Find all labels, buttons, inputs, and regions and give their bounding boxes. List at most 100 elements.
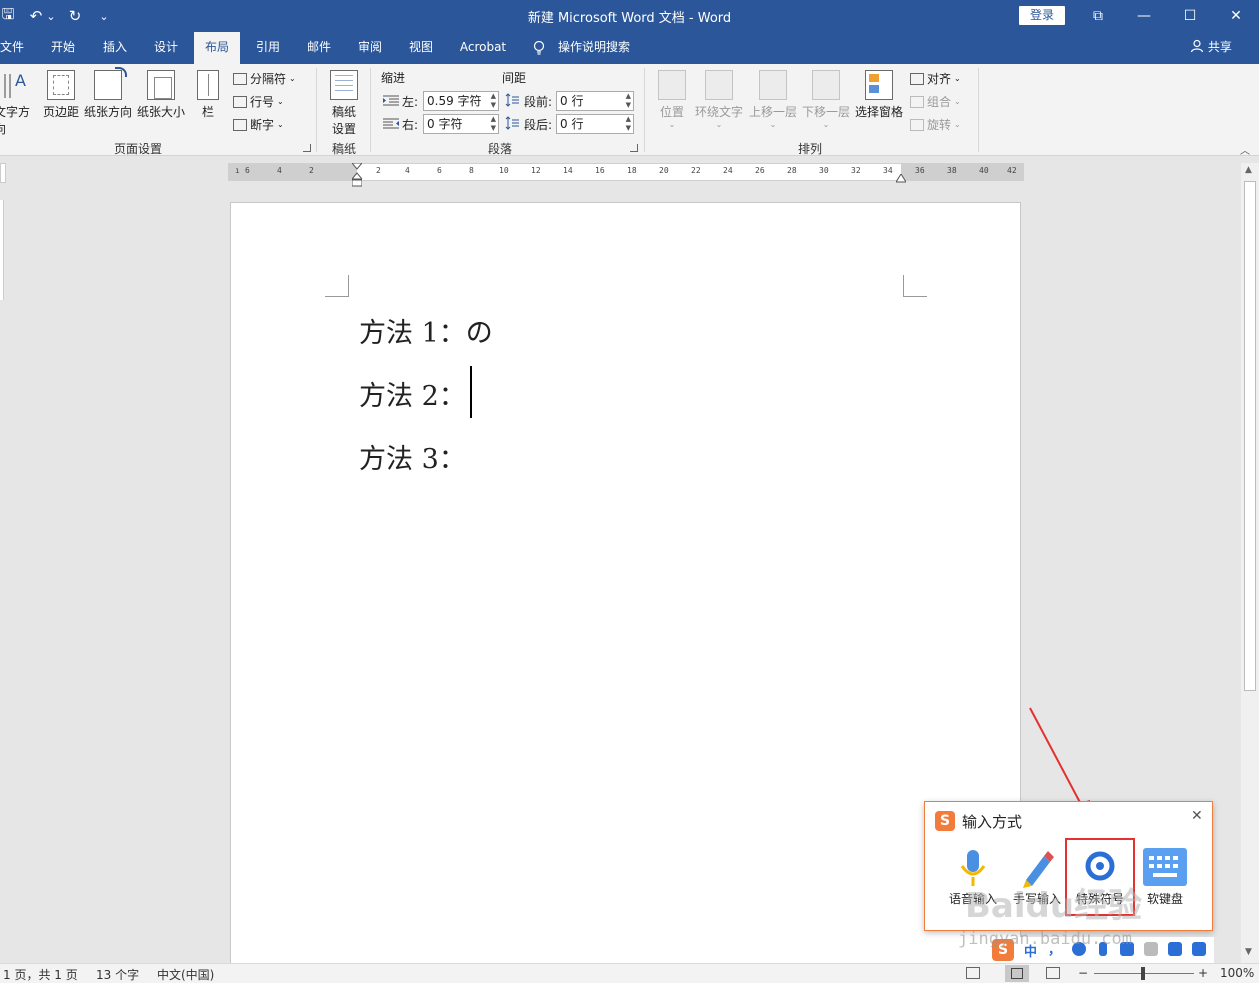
- line-numbers-label: 行号: [250, 95, 275, 109]
- horizontal-ruler[interactable]: ı 6 4 2 2 4 6 8 10 12 14 16 18 20 22 24 …: [228, 162, 1024, 187]
- group-objects-button[interactable]: 组合 ⌄: [910, 93, 961, 110]
- document-line[interactable]: 方法 2：: [359, 374, 466, 413]
- selection-pane-button[interactable]: 选择窗格: [853, 70, 905, 120]
- space-before-input[interactable]: 0 行 ▲ ▼: [556, 91, 634, 111]
- minimize-button[interactable]: —: [1124, 4, 1164, 28]
- close-button[interactable]: ✕: [1216, 4, 1256, 28]
- ruler-tick: 26: [755, 166, 765, 175]
- ruler-tick: 22: [691, 166, 701, 175]
- group-separator: [370, 68, 371, 152]
- tab-review[interactable]: 审阅: [347, 32, 393, 64]
- zoom-in-button[interactable]: +: [1198, 966, 1208, 980]
- maximize-button[interactable]: ☐: [1170, 4, 1210, 28]
- text-direction-label: 文字方向: [0, 105, 31, 136]
- zoom-level[interactable]: 100%: [1220, 966, 1254, 980]
- zoom-out-button[interactable]: −: [1078, 966, 1088, 980]
- vertical-scrollbar[interactable]: ▲ ▼: [1241, 163, 1259, 963]
- title-bar: 🖫 ↶ ⌄ ↻ ⌄ 新建 Microsoft Word 文档 - Word 登录…: [0, 0, 1259, 32]
- collapse-ribbon-icon[interactable]: ︿: [1240, 142, 1250, 157]
- text-direction-button[interactable]: A 文字方向: [0, 70, 36, 137]
- login-button[interactable]: 登录: [1019, 6, 1065, 25]
- ribbon-display-options-icon[interactable]: ⧉: [1078, 4, 1118, 28]
- tab-home[interactable]: 开始: [40, 32, 86, 64]
- align-label: 对齐: [927, 72, 952, 86]
- paragraph-launcher-icon[interactable]: [630, 144, 638, 152]
- svg-text:A: A: [15, 71, 26, 90]
- baidu-watermark: Baidu经验: [965, 886, 1143, 926]
- soft-keyboard-button[interactable]: 软键盘: [1137, 846, 1193, 907]
- scroll-down-icon[interactable]: ▼: [1245, 947, 1252, 957]
- language-status[interactable]: 中文(中国): [157, 966, 214, 983]
- tab-layout[interactable]: 布局: [194, 32, 240, 64]
- ime-panel-title: 输入方式: [962, 813, 1023, 831]
- scroll-up-icon[interactable]: ▲: [1245, 165, 1252, 175]
- tab-mailings[interactable]: 邮件: [296, 32, 342, 64]
- indent-right-icon: [383, 118, 399, 130]
- position-button[interactable]: 位置 ⌄: [655, 70, 689, 129]
- sogou-logo-icon: S: [935, 811, 955, 831]
- spinner-arrows-icon[interactable]: ▲ ▼: [626, 115, 631, 133]
- document-page[interactable]: 方法 1：の 方法 2： 方法 3：: [230, 202, 1021, 983]
- right-indent-marker-icon[interactable]: [895, 172, 907, 183]
- space-after-input[interactable]: 0 行 ▲ ▼: [556, 114, 634, 134]
- rotate-button[interactable]: 旋转 ⌄: [910, 116, 961, 133]
- ime-close-button[interactable]: ✕: [1191, 808, 1203, 824]
- text-cursor: [470, 366, 472, 418]
- tray-skin-icon[interactable]: [1168, 942, 1182, 956]
- position-icon: [658, 70, 686, 100]
- indent-right-label: 右:: [402, 118, 419, 132]
- wrap-text-icon: [705, 70, 733, 100]
- indent-header: 缩进: [381, 71, 406, 85]
- tell-me-search[interactable]: 操作说明搜索: [558, 32, 638, 64]
- spinner-arrows-icon[interactable]: ▲ ▼: [491, 92, 496, 110]
- print-layout-button[interactable]: [1005, 965, 1029, 982]
- margin-corner-mark: [903, 275, 927, 297]
- soft-keyboard-label: 软键盘: [1146, 892, 1183, 906]
- document-line[interactable]: 方法 1：の: [359, 311, 493, 350]
- document-line[interactable]: 方法 3：: [359, 437, 466, 476]
- ime-input-method-panel: S 输入方式 ✕ 语音输入 手写输入 特殊符号 软键盘 Baidu经验: [924, 801, 1213, 931]
- manuscript-settings-button[interactable]: 稿纸 设置: [325, 70, 363, 137]
- tab-view[interactable]: 视图: [398, 32, 444, 64]
- web-layout-icon[interactable]: [1046, 967, 1060, 979]
- ruler-tick: 40: [979, 166, 989, 175]
- word-count-status[interactable]: 13 个字: [96, 966, 139, 983]
- breaks-button[interactable]: 分隔符 ⌄: [233, 70, 296, 87]
- spinner-arrows-icon[interactable]: ▲ ▼: [626, 92, 631, 110]
- read-mode-icon[interactable]: [966, 967, 980, 979]
- indent-marker-icon[interactable]: [350, 162, 364, 187]
- indent-left-input[interactable]: 0.59 字符 ▲ ▼: [423, 91, 499, 111]
- tab-insert[interactable]: 插入: [92, 32, 138, 64]
- tray-toolbox-icon[interactable]: [1192, 942, 1206, 956]
- margins-button[interactable]: 页边距: [42, 70, 80, 120]
- tab-file[interactable]: 文件: [0, 32, 24, 64]
- wrap-text-label: 环绕文字: [694, 105, 743, 119]
- indent-right-input[interactable]: 0 字符 ▲ ▼: [423, 114, 499, 134]
- page-count-status[interactable]: 1 页，共 1 页: [3, 966, 78, 983]
- tab-selector[interactable]: [0, 163, 6, 183]
- ribbon-tabs: 文件 开始 插入 设计 布局 引用 邮件 审阅 视图 Acrobat 操作说明搜…: [0, 32, 1259, 64]
- line-numbers-button[interactable]: 行号 ⌄: [233, 93, 284, 110]
- orientation-icon: [94, 67, 127, 100]
- align-button[interactable]: 对齐 ⌄: [910, 70, 961, 87]
- send-backward-button[interactable]: 下移一层 ⌄: [800, 70, 852, 129]
- tab-design[interactable]: 设计: [143, 32, 189, 64]
- page-setup-group-label: 页面设置: [113, 142, 162, 156]
- wrap-text-button[interactable]: 环绕文字 ⌄: [693, 70, 745, 129]
- columns-button[interactable]: 栏: [196, 70, 220, 120]
- page-setup-launcher-icon[interactable]: [303, 144, 311, 152]
- orientation-button[interactable]: 纸张方向: [83, 67, 133, 120]
- zoom-slider-thumb[interactable]: [1141, 967, 1145, 980]
- scrollbar-thumb[interactable]: [1244, 181, 1256, 691]
- tab-references[interactable]: 引用: [245, 32, 291, 64]
- tray-user-icon[interactable]: [1144, 942, 1158, 956]
- manuscript-label-line2: 设置: [331, 122, 356, 136]
- hyphenation-button[interactable]: 断字 ⌄: [233, 116, 284, 133]
- share-button[interactable]: 共享: [1190, 32, 1232, 64]
- spinner-arrows-icon[interactable]: ▲ ▼: [491, 115, 496, 133]
- bring-forward-button[interactable]: 上移一层 ⌄: [747, 70, 799, 129]
- ruler-tick: 18: [627, 166, 637, 175]
- size-button[interactable]: 纸张大小: [136, 70, 186, 120]
- tab-acrobat[interactable]: Acrobat: [452, 32, 514, 64]
- text-direction-icon: A: [1, 70, 29, 100]
